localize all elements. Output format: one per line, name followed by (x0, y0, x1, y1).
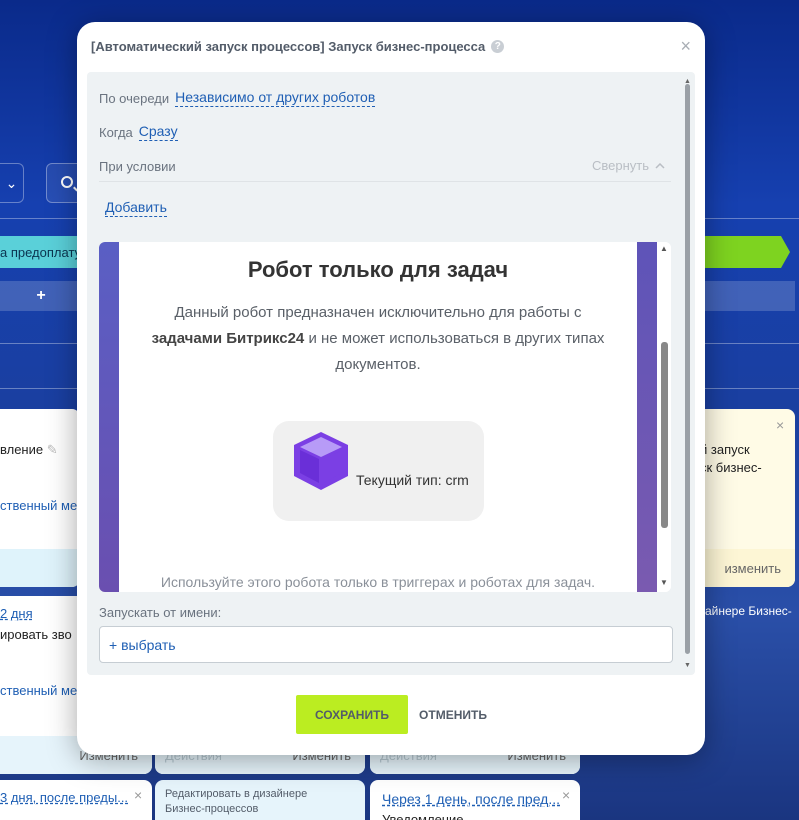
order-label: По очереди (99, 90, 170, 106)
cancel-button[interactable]: ОТМЕНИТЬ (413, 695, 493, 734)
edit-button[interactable]: изменить (724, 561, 781, 576)
dialog-body: По очереди Независимо от других роботов … (87, 72, 695, 675)
dialog-title: [Автоматический запуск процессов] Запуск… (91, 39, 505, 54)
description-text: Данный робот предназначен исключительно … (174, 304, 582, 321)
card-text: ировать зво (0, 627, 72, 642)
dialog-title-text: [Автоматический запуск процессов] Запуск… (91, 39, 486, 54)
card-link[interactable]: ственный мен (0, 498, 80, 513)
dialog-scrollbar[interactable]: ▲ ▼ (683, 78, 693, 672)
description-bold: задачами Битрикс24 (151, 330, 305, 347)
robot-card[interactable]: Через 1 день, после пред... × Уведомлени… (370, 780, 580, 820)
card-footer: изменить (690, 549, 795, 587)
card-text: ск бизнес- (700, 460, 762, 475)
card-date-link[interactable]: 3 дня, после преды... (0, 790, 128, 805)
card-date-link[interactable]: 2 дня (0, 606, 33, 621)
filter-dropdown[interactable]: ⌄ (0, 163, 24, 203)
stage-label: а предоплату (0, 244, 82, 260)
robot-notice-title: Робот только для задач (247, 257, 509, 282)
search-icon (61, 176, 73, 188)
robot-card[interactable]: Редактировать в дизайнере Бизнес-процесс… (155, 780, 365, 820)
chevron-down-icon: ⌄ (5, 174, 18, 191)
card-text: вление (0, 442, 44, 457)
chevron-up-icon (655, 162, 665, 169)
close-icon[interactable]: × (776, 417, 784, 433)
save-button[interactable]: СОХРАНИТЬ (296, 695, 408, 734)
add-item-button[interactable]: + (0, 281, 82, 311)
collapse-button[interactable]: Свернуть (592, 158, 665, 173)
condition-label: При условии (99, 159, 176, 174)
run-as-value: + выбрать (109, 636, 176, 653)
condition-row: При условии (99, 159, 176, 174)
run-as-selector[interactable]: + выбрать (99, 626, 673, 663)
robot-settings-dialog: [Автоматический запуск процессов] Запуск… (77, 22, 705, 755)
when-row: Когда Сразу (99, 123, 178, 141)
card-date-link[interactable]: Через 1 день, после пред... (382, 791, 560, 807)
scroll-down-icon[interactable]: ▼ (684, 662, 691, 669)
current-type-label: Текущий тип: crm (356, 472, 469, 488)
card-text: айнере Бизнес- (705, 604, 792, 618)
current-type-box: Текущий тип: crm (273, 421, 484, 521)
add-item-button-right[interactable] (700, 281, 795, 311)
add-condition-link[interactable]: Добавить (105, 199, 167, 217)
dialog-scrollbar-thumb[interactable] (685, 84, 690, 654)
run-as-label: Запускать от имени: (99, 605, 222, 620)
stage-header-right[interactable] (700, 236, 790, 268)
decorative-bar (99, 242, 119, 592)
robot-notice-panel: ▲ ▼ Робот только для задач Данный робот … (99, 242, 671, 592)
pencil-icon[interactable]: ✎ (47, 442, 58, 457)
plus-icon: + (36, 287, 46, 304)
when-selector[interactable]: Сразу (138, 123, 178, 141)
description-text: и не может использоваться в других типах… (304, 330, 605, 373)
decorative-bar (637, 242, 657, 592)
collapse-label: Свернуть (591, 158, 649, 173)
card-link[interactable]: ственный мен (0, 683, 84, 698)
edit-in-designer-link[interactable]: Редактировать в дизайнере Бизнес-процесс… (165, 787, 335, 817)
card-text: Уведомление (382, 812, 464, 820)
close-icon[interactable]: × (134, 787, 142, 803)
help-icon[interactable]: ? (491, 40, 505, 53)
add-condition-row: Добавить (105, 199, 167, 217)
robot-notice-description: Данный робот предназначен исключительно … (149, 300, 607, 378)
card-text: й запуск (700, 442, 750, 457)
order-selector[interactable]: Независимо от других роботов (175, 89, 376, 107)
close-icon[interactable]: × (680, 36, 691, 57)
scroll-up-icon[interactable]: ▲ (660, 244, 668, 253)
panel-scrollbar-thumb[interactable] (661, 342, 668, 528)
robot-card[interactable]: й запуск ск бизнес- × изменить (690, 409, 795, 587)
when-label: Когда (99, 124, 133, 140)
robot-card[interactable]: вление ✎ ственный мен (0, 409, 80, 587)
cube-icon (294, 432, 348, 490)
robot-card[interactable]: 3 дня, после преды... × (0, 780, 152, 820)
robot-notice-footer: Используйте этого робота только в тригге… (160, 574, 596, 590)
divider (99, 181, 671, 182)
card-footer (0, 549, 80, 587)
scroll-down-icon[interactable]: ▼ (660, 578, 668, 587)
close-icon[interactable]: × (562, 787, 570, 803)
order-row: По очереди Независимо от других роботов (99, 89, 376, 107)
